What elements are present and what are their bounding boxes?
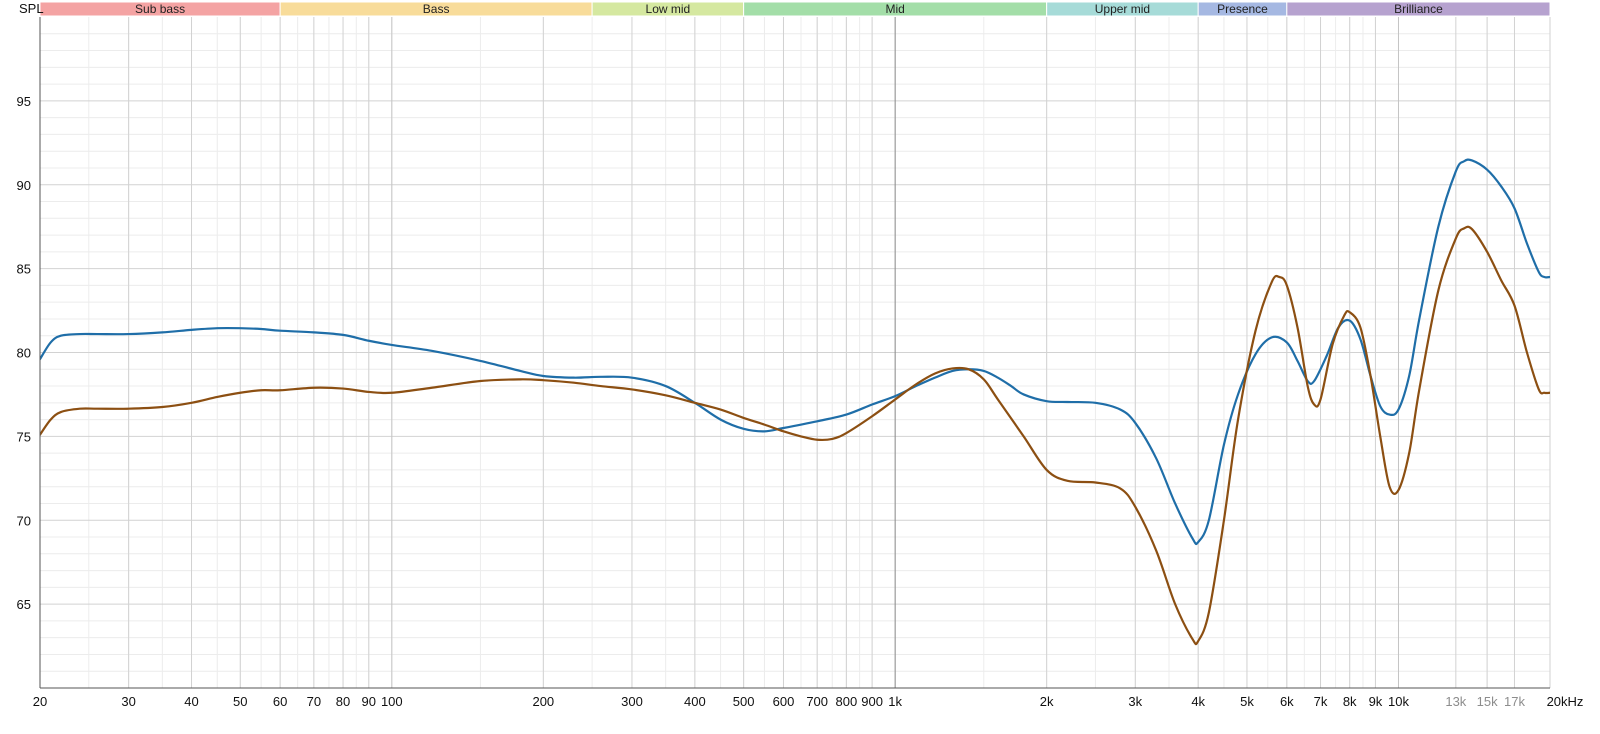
x-tick-label: 9k [1369,694,1383,709]
x-tick-label: 50 [233,694,247,709]
x-tick-label: 17k [1504,694,1525,709]
x-tick-label: 3k [1128,694,1142,709]
band-label-sub-bass: Sub bass [135,2,185,16]
band-label-upper-mid: Upper mid [1095,2,1150,16]
band-label-presence: Presence [1217,2,1268,16]
axes: 65 70 75 80 85 90 95 20 30 40 50 60 70 80 90 100 200 300 4… [17,17,1584,709]
band-label-bass: Bass [423,2,450,16]
x-tick-label: 4k [1191,694,1205,709]
x-tick-label: 90 [362,694,376,709]
x-tick-label: 20 [33,694,47,709]
series-layer [40,158,1550,646]
y-tick-label: 90 [17,178,31,193]
x-tick-label: 7k [1314,694,1328,709]
x-tick-label: 300 [621,694,643,709]
x-tick-label: 2k [1040,694,1054,709]
series-line-2 [40,225,1550,646]
band-label-brilliance: Brilliance [1394,2,1443,16]
x-tick-label: 200 [532,694,554,709]
x-tick-label: 800 [836,694,858,709]
x-tick-label: 600 [773,694,795,709]
x-tick-label: 40 [184,694,198,709]
x-tick-label: 60 [273,694,287,709]
x-tick-label: 400 [684,694,706,709]
frequency-band-bar: Sub bass Bass Low mid Mid Upper mid Presence B… [39,1,1551,17]
y-tick-label: 85 [17,262,31,277]
grid [39,17,1551,688]
band-label-low-mid: Low mid [646,2,691,16]
x-tick-label: 10k [1388,694,1409,709]
x-tick-label: 500 [733,694,755,709]
x-tick-label: 100 [381,694,403,709]
x-tick-label: 700 [806,694,828,709]
y-tick-label: 75 [17,429,31,444]
x-tick-label: 1k [888,694,902,709]
y-tick-label: 95 [17,94,31,109]
x-tick-label: 13k [1445,694,1466,709]
y-tick-label: 65 [17,597,31,612]
x-tick-label: 8k [1343,694,1357,709]
band-label-mid: Mid [885,2,904,16]
chart-svg: Sub bass Bass Low mid Mid Upper mid Presence B… [17,1,1584,709]
x-tick-label: 70 [307,694,321,709]
x-tick-label: 6k [1280,694,1294,709]
x-tick-label: 15k [1477,694,1498,709]
y-axis-label: SPL [19,1,44,16]
x-tick-label: 80 [336,694,350,709]
y-tick-label: 70 [17,513,31,528]
x-tick-label: 20kHz [1547,694,1584,709]
x-tick-label: 900 [861,694,883,709]
x-tick-label: 30 [121,694,135,709]
frequency-response-chart: Sub bass Bass Low mid Mid Upper mid Presence B… [0,0,1600,729]
x-tick-label: 5k [1240,694,1254,709]
y-tick-label: 80 [17,346,31,361]
